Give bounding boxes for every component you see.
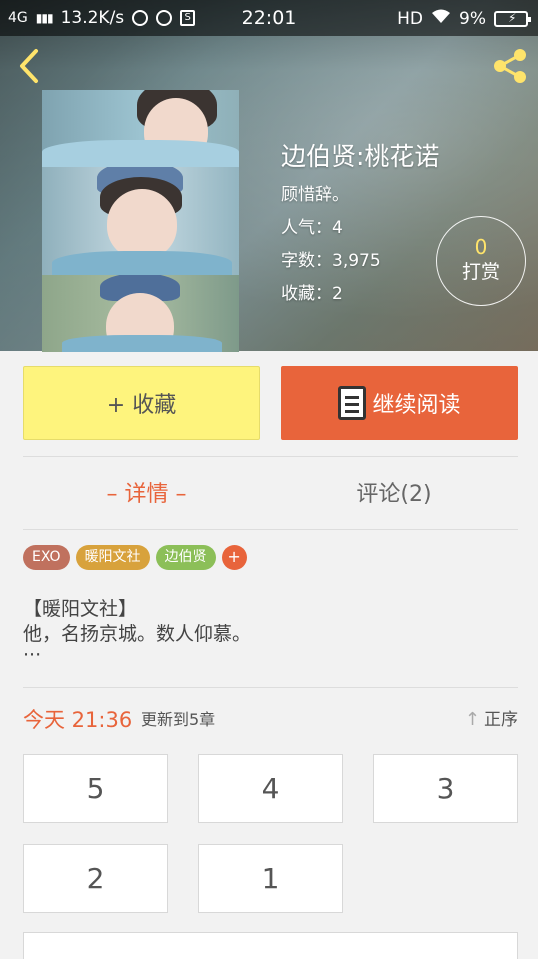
book-title: 边伯贤:桃花诺 bbox=[281, 142, 440, 171]
wifi-icon bbox=[431, 8, 451, 29]
tag-baekhyun[interactable]: 边伯贤 bbox=[155, 545, 216, 570]
sort-order-label: 正序 bbox=[484, 710, 518, 730]
divider bbox=[23, 456, 518, 457]
chapter-header: 今天 21:36 更新到5章 ↑ 正序 bbox=[23, 705, 518, 735]
author-name[interactable]: 顾惜辞。 bbox=[281, 184, 439, 206]
chapter-button[interactable]: 5 bbox=[23, 754, 168, 823]
book-info: 边伯贤:桃花诺 顾惜辞。 人气：4 字数：3,975 收藏：2 bbox=[281, 140, 439, 305]
continue-reading-label: 继续阅读 bbox=[372, 393, 461, 418]
divider bbox=[23, 529, 518, 530]
add-favorite-label: + 收藏 bbox=[106, 393, 177, 418]
chapter-button[interactable]: 3 bbox=[373, 754, 518, 823]
description-line: 他，名扬京城。数人仰慕。 bbox=[23, 623, 252, 645]
status-bar: 4G ▮▮▮ 13.2K/s S 22:01 HD 9% ⚡ bbox=[0, 0, 538, 36]
tag-nuanyang[interactable]: 暖阳文社 bbox=[75, 545, 150, 570]
sort-order-button[interactable]: ↑ 正序 bbox=[465, 705, 518, 735]
battery-icon: ⚡ bbox=[494, 10, 531, 27]
tip-label: 打赏 bbox=[461, 261, 500, 283]
continue-reading-button[interactable]: 继续阅读 bbox=[281, 366, 518, 440]
hd-label: HD bbox=[397, 8, 424, 29]
tab-details[interactable]: – 详情 – bbox=[23, 470, 270, 520]
book-cover[interactable] bbox=[42, 90, 239, 352]
description-line: 【暖阳文社】 bbox=[23, 598, 138, 620]
chapter-button[interactable]: 4 bbox=[198, 754, 343, 823]
add-tag-button[interactable]: + bbox=[221, 545, 247, 570]
share-icon[interactable] bbox=[490, 46, 530, 86]
chapter-button[interactable]: 2 bbox=[23, 844, 168, 913]
update-status: 更新到5章 bbox=[141, 710, 216, 729]
battery-percent: 9% bbox=[459, 8, 486, 29]
back-icon[interactable] bbox=[14, 47, 44, 85]
popularity-stat: 人气：4 bbox=[281, 218, 343, 238]
book-icon bbox=[338, 386, 367, 420]
update-time: 今天 21:36 bbox=[23, 708, 133, 732]
favorites-stat: 收藏：2 bbox=[281, 284, 343, 304]
tip-button[interactable]: 0 打赏 bbox=[436, 216, 526, 306]
cover-panel bbox=[42, 275, 239, 352]
view-all-chapters-button[interactable] bbox=[23, 932, 518, 959]
chapter-button[interactable]: 1 bbox=[198, 844, 343, 913]
word-count-stat: 字数：3,975 bbox=[281, 251, 381, 271]
add-favorite-button[interactable]: + 收藏 bbox=[23, 366, 260, 440]
tip-count: 0 bbox=[474, 235, 488, 259]
tag-list: EXO 暖阳文社 边伯贤 + bbox=[23, 545, 247, 570]
cover-panel bbox=[42, 167, 239, 275]
up-arrow-icon: ↑ bbox=[464, 709, 480, 730]
cover-panel bbox=[42, 90, 239, 167]
divider bbox=[23, 687, 518, 688]
description-ellipsis: ··· bbox=[23, 644, 42, 666]
book-description[interactable]: 【暖阳文社】 他，名扬京城。数人仰慕。 ··· bbox=[23, 597, 252, 666]
tag-exo[interactable]: EXO bbox=[23, 545, 70, 570]
tab-comments[interactable]: 评论(2) bbox=[270, 470, 518, 520]
